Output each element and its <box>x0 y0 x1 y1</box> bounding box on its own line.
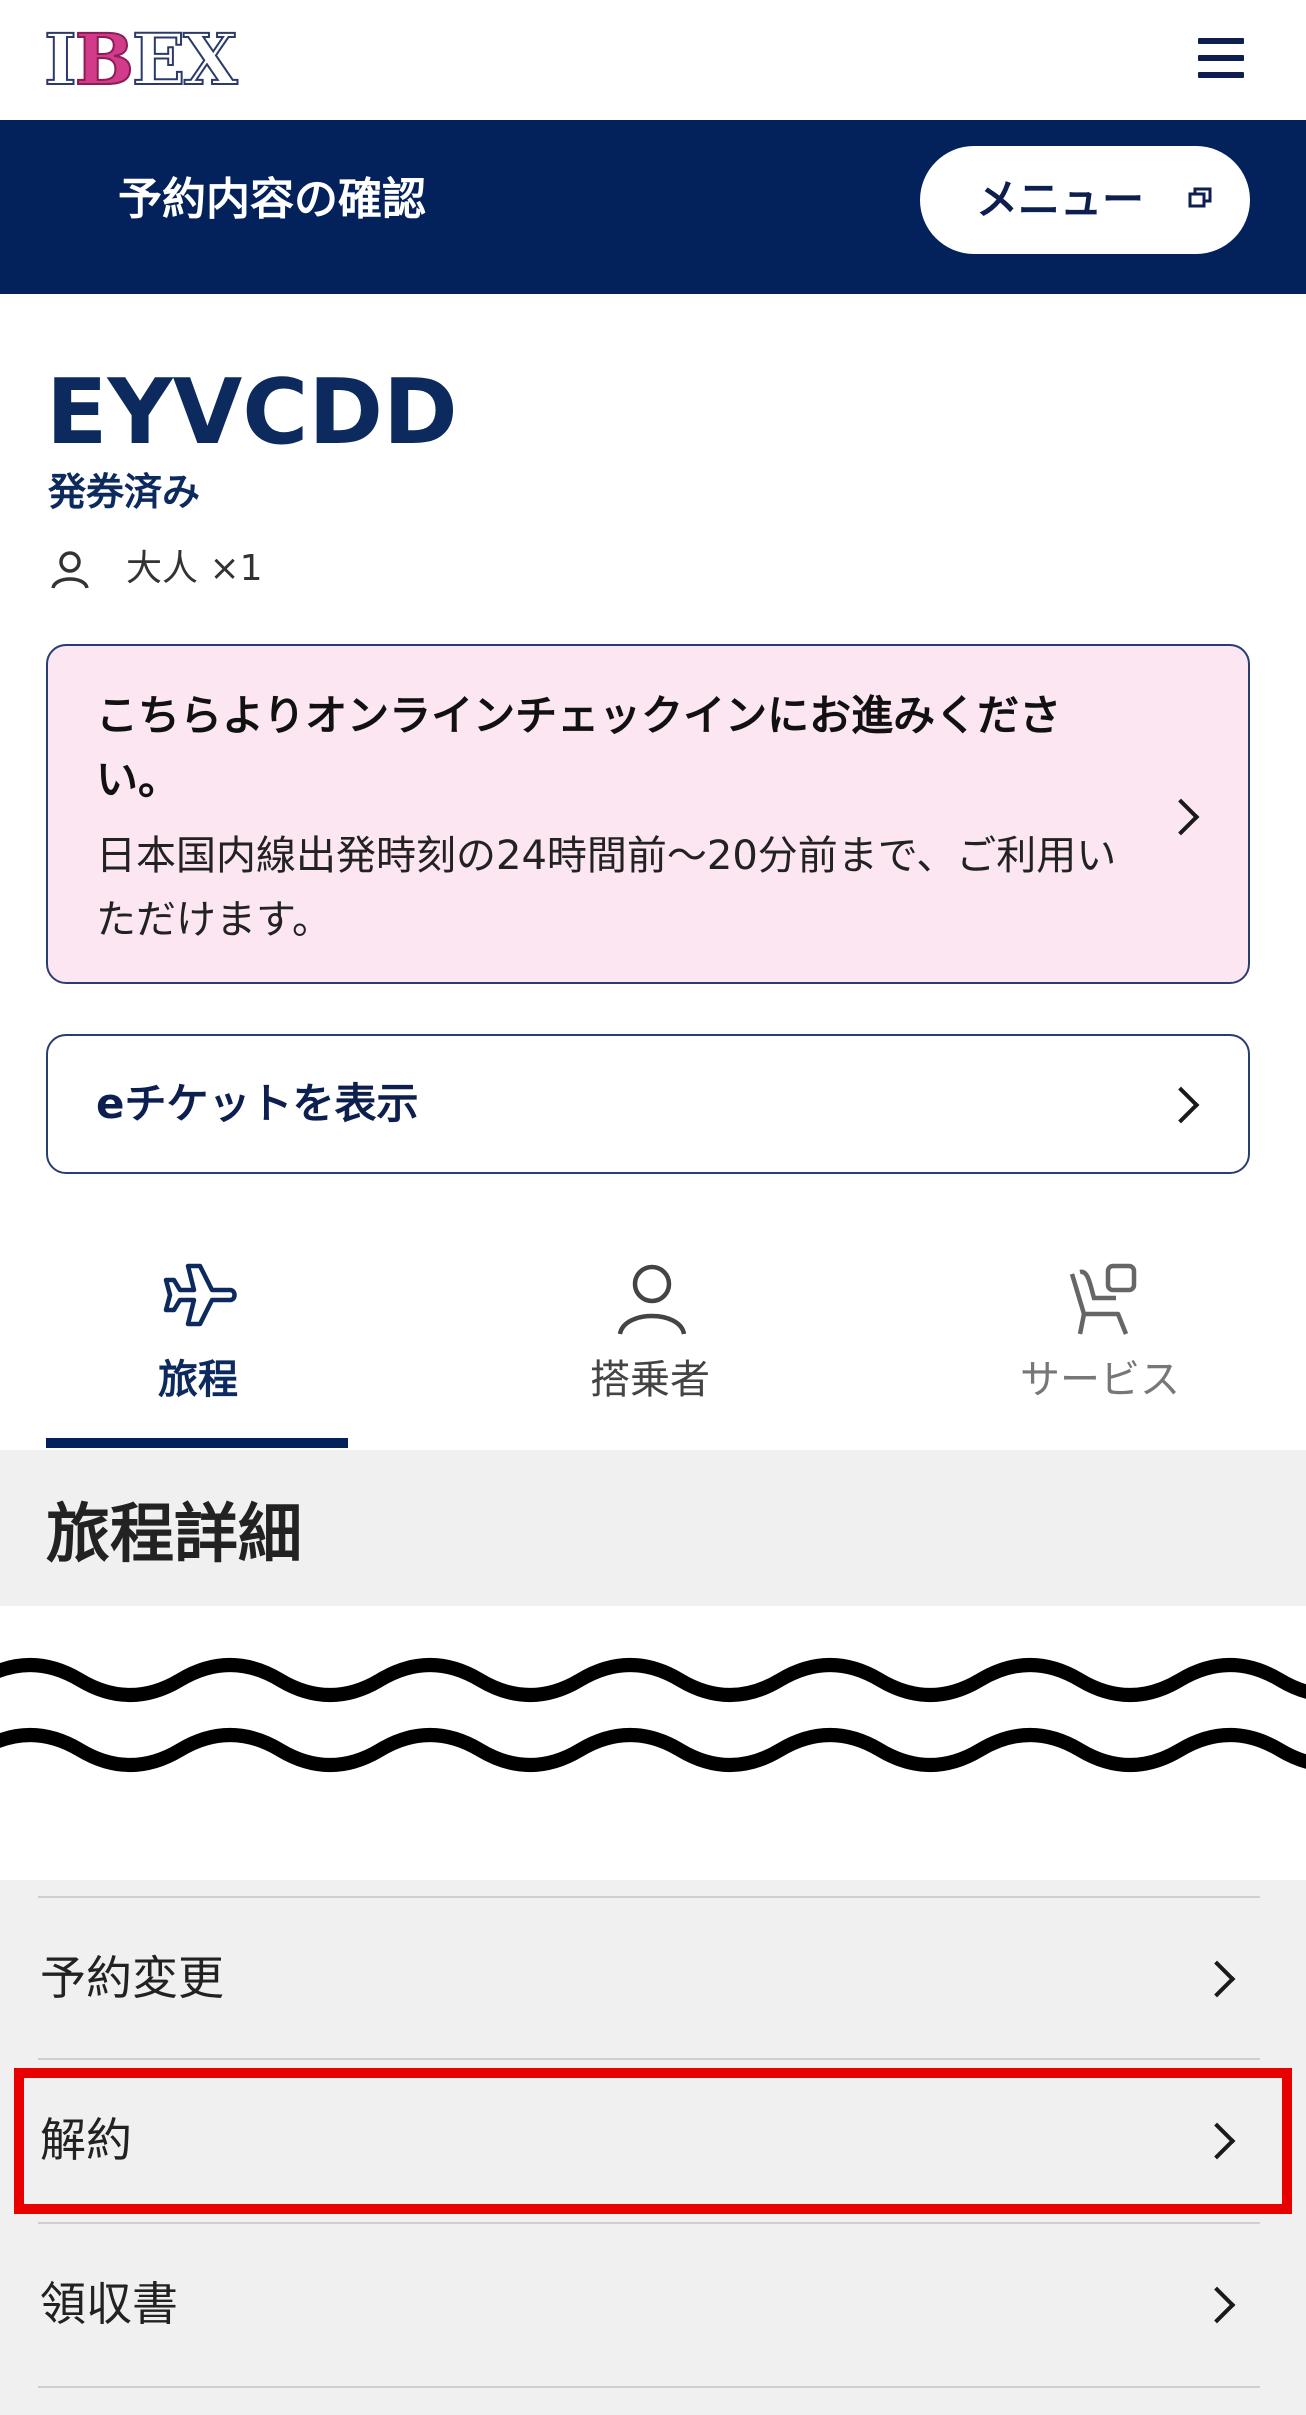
tab-itinerary-label: 旅程 <box>158 1357 238 1403</box>
person-icon <box>51 551 89 589</box>
tab-services[interactable]: サービス <box>950 1250 1250 1450</box>
divider <box>38 2386 1260 2388</box>
top-header: IBEX <box>0 0 1306 120</box>
checkin-heading: こちらよりオンラインチェックインにお進みください。 <box>96 691 1062 804</box>
logo-letter-b: B <box>74 18 135 101</box>
chevron-right-icon <box>1162 798 1200 836</box>
chevron-right-icon <box>1198 2286 1236 2324</box>
section-title: 旅程詳細 <box>46 1498 302 1572</box>
menu-button-label: メニュー <box>976 175 1145 224</box>
checkin-description: 日本国内線出発時刻の24時間前～20分前まで、ご利用いただけます。 <box>96 833 1117 943</box>
tab-passengers[interactable]: 搭乗者 <box>500 1250 800 1450</box>
active-tab-indicator <box>46 1438 348 1448</box>
tab-itinerary[interactable]: 旅程 <box>48 1250 348 1450</box>
booking-code: EYVCDD <box>46 360 458 465</box>
logo-letter-i: I <box>43 18 78 101</box>
content-omitted-wave-divider <box>0 1658 1306 1772</box>
logo-letters-ex: EX <box>131 18 239 101</box>
airplane-icon <box>163 1263 237 1327</box>
ticket-status: 発券済み <box>48 470 201 514</box>
receipt-row[interactable]: 領収書 <box>0 2224 1306 2384</box>
chevron-right-icon <box>1162 1086 1200 1124</box>
menu-button[interactable]: メニュー <box>920 146 1250 254</box>
passenger-count-text: 大人 ×1 <box>126 548 263 589</box>
itinerary-details-section: 旅程詳細 <box>0 1450 1306 1606</box>
eticket-label: eチケットを表示 <box>96 1079 419 1128</box>
online-checkin-banner[interactable]: こちらよりオンラインチェックインにお進みください。 日本国内線出発時刻の24時間… <box>46 644 1250 984</box>
tab-passengers-label: 搭乗者 <box>590 1357 710 1403</box>
highlight-box <box>14 2068 1292 2214</box>
chevron-right-icon <box>1198 1960 1236 1998</box>
receipt-label: 領収書 <box>40 2277 178 2331</box>
page-title: 予約内容の確認 <box>118 174 426 225</box>
change-booking-label: 予約変更 <box>40 1951 224 2005</box>
seat-icon <box>1069 1263 1137 1335</box>
hamburger-icon[interactable] <box>1198 38 1244 78</box>
person-icon <box>617 1264 687 1335</box>
change-booking-row[interactable]: 予約変更 <box>0 1898 1306 2058</box>
ibex-logo[interactable]: IBEX <box>43 21 239 99</box>
tab-services-label: サービス <box>1020 1357 1180 1403</box>
eticket-button[interactable]: eチケットを表示 <box>46 1034 1250 1174</box>
external-window-icon <box>1188 187 1212 208</box>
